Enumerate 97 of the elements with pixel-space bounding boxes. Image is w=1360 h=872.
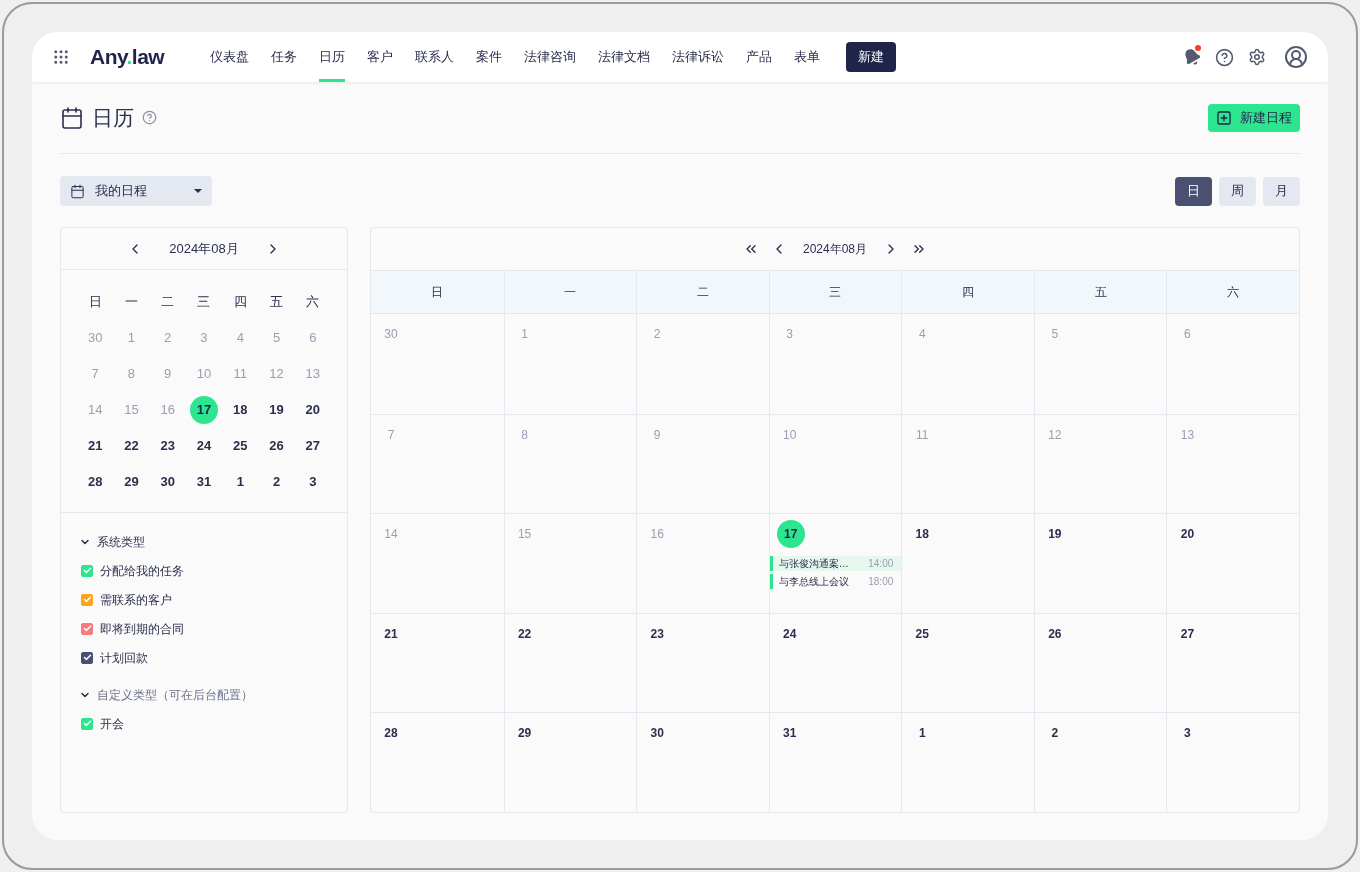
- view-tab[interactable]: 月: [1263, 176, 1300, 206]
- date-number[interactable]: 22: [510, 619, 539, 648]
- date-cell[interactable]: 27: [298, 432, 327, 460]
- date-cell[interactable]: 19: [262, 396, 291, 424]
- caret-icon: [194, 189, 202, 193]
- date-cell[interactable]: 31: [190, 468, 218, 496]
- date-cell[interactable]: 30: [153, 468, 182, 496]
- event-time: 14:00: [868, 557, 894, 572]
- date-cell[interactable]: 17: [190, 396, 218, 424]
- filter-checkbox[interactable]: [81, 622, 93, 635]
- nav-tab[interactable]: 法律文档: [598, 32, 651, 82]
- date-number[interactable]: 24: [775, 619, 804, 648]
- date-cell[interactable]: 1: [226, 468, 255, 496]
- date-cell[interactable]: 25: [226, 432, 255, 460]
- apps-grid-icon[interactable]: [52, 48, 70, 66]
- help-icon[interactable]: [142, 110, 157, 125]
- view-tab[interactable]: 周: [1219, 176, 1256, 206]
- date-number[interactable]: 28: [377, 719, 405, 748]
- date-number[interactable]: 27: [1173, 619, 1202, 648]
- date-cell[interactable]: 18: [226, 396, 255, 424]
- date-number[interactable]: 1: [908, 719, 937, 748]
- nav-tab[interactable]: 联系人: [415, 32, 455, 82]
- date-number[interactable]: 23: [643, 619, 672, 648]
- weekday-label: 日: [431, 284, 444, 301]
- date-cell[interactable]: 2: [262, 468, 291, 496]
- nav-tab[interactable]: 仪表盘: [210, 32, 250, 82]
- nav-tab[interactable]: 法律诉讼: [672, 32, 725, 82]
- new-event-button[interactable]: 新建日程: [1208, 103, 1300, 132]
- weekday-label: 一: [124, 293, 138, 312]
- weekday-label: 五: [270, 293, 284, 312]
- date-number[interactable]: 26: [1040, 619, 1069, 648]
- date-number[interactable]: 18: [908, 520, 937, 549]
- weekday-label: 日: [88, 293, 102, 312]
- group-title: 系统类型: [97, 533, 145, 551]
- calendar-icon: [60, 105, 84, 130]
- avatar-icon[interactable]: [1284, 45, 1308, 69]
- date-number[interactable]: 31: [775, 719, 804, 748]
- nav-tab[interactable]: 表单: [794, 32, 821, 82]
- filter-label: 即将到期的合同: [100, 620, 184, 638]
- weekday-label: 六: [306, 293, 320, 312]
- date-cell[interactable]: 23: [153, 432, 182, 460]
- nav-tab[interactable]: 客户: [367, 32, 394, 82]
- event-title: 与李总线上会议: [778, 575, 849, 590]
- help-icon[interactable]: [1215, 47, 1234, 67]
- nav-tab[interactable]: 案件: [476, 32, 503, 82]
- view-tab[interactable]: 日: [1175, 176, 1212, 206]
- filter-label: 分配给我的任务: [100, 562, 184, 580]
- date-cell[interactable]: 28: [81, 468, 110, 496]
- month-label: 2024年08月: [169, 239, 239, 258]
- date-number[interactable]: 19: [1040, 520, 1069, 549]
- nav-tab[interactable]: 法律咨询: [524, 32, 577, 82]
- weekday-label: 四: [962, 284, 975, 301]
- group-title: 自定义类型（可在后台配置）: [97, 686, 253, 704]
- notification-bell[interactable]: [1183, 48, 1201, 66]
- page-title: 日历: [92, 104, 134, 131]
- weekday-label: 三: [829, 284, 842, 301]
- filter-label: 开会: [100, 715, 124, 733]
- calendar-event[interactable]: 与李总线上会议 18:00: [769, 574, 902, 590]
- logo: Any.law: [90, 44, 165, 71]
- event-time: 18:00: [868, 575, 894, 590]
- filter-label: 需联系的客户: [100, 591, 172, 609]
- nav-tab[interactable]: 日历: [319, 32, 346, 82]
- date-cell[interactable]: 26: [262, 432, 291, 460]
- date-number[interactable]: 25: [908, 619, 937, 648]
- date-number[interactable]: 17: [776, 520, 805, 549]
- calendar-icon: [70, 183, 85, 199]
- add-event-icon: [1216, 109, 1232, 126]
- date-number[interactable]: 29: [510, 719, 539, 748]
- filter-label: 计划回款: [100, 649, 148, 667]
- weekday-label: 二: [696, 284, 709, 301]
- date-cell[interactable]: 29: [117, 468, 146, 496]
- date-number[interactable]: 3: [1173, 719, 1202, 748]
- calendar-event[interactable]: 与张俊沟通案… 14:00: [769, 556, 902, 572]
- date-cell[interactable]: 3: [298, 468, 327, 496]
- date-number[interactable]: 20: [1173, 520, 1202, 549]
- date-cell[interactable]: 20: [298, 396, 327, 424]
- weekday-label: 六: [1227, 284, 1240, 301]
- weekday-label: 三: [197, 293, 211, 312]
- date-number[interactable]: 2: [1040, 719, 1069, 748]
- filter-checkbox[interactable]: [81, 593, 93, 606]
- date-number[interactable]: 21: [377, 619, 405, 648]
- nav-tab[interactable]: 产品: [746, 32, 773, 82]
- date-cell[interactable]: 24: [190, 432, 218, 460]
- date-cell[interactable]: 22: [117, 432, 146, 460]
- date-cell[interactable]: 21: [81, 432, 110, 460]
- month-label: 2024年08月: [802, 241, 867, 258]
- weekday-label: 二: [161, 293, 175, 312]
- weekday-label: 四: [233, 293, 247, 312]
- filter-checkbox[interactable]: [81, 651, 93, 664]
- date-number[interactable]: 30: [643, 719, 672, 748]
- event-title: 与张俊沟通案…: [778, 557, 849, 572]
- calendar-select[interactable]: 我的日程: [60, 176, 212, 206]
- nav-tab[interactable]: 任务: [271, 32, 298, 82]
- settings-icon[interactable]: [1248, 48, 1266, 66]
- weekday-label: 一: [564, 284, 577, 301]
- new-button[interactable]: 新建: [846, 42, 897, 72]
- weekday-label: 五: [1094, 284, 1107, 301]
